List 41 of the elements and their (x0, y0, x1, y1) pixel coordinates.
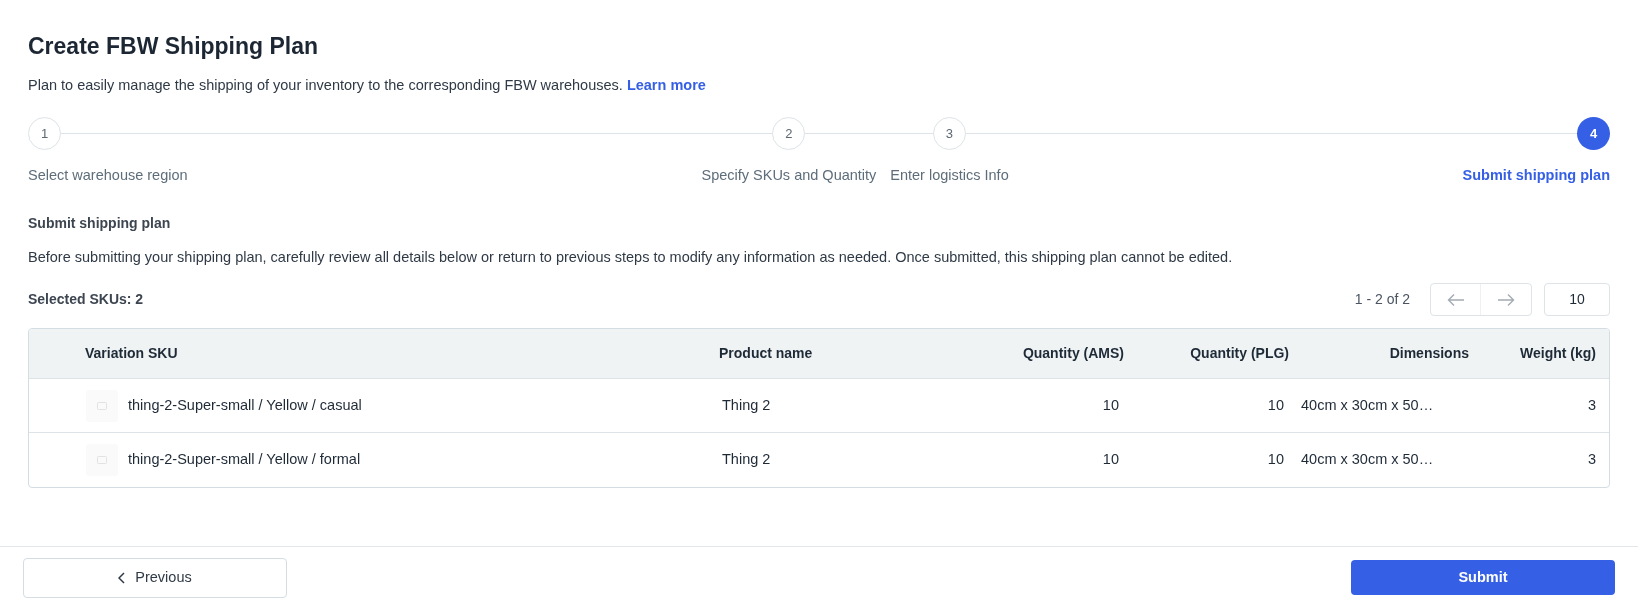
pagination-range: 1 - 2 of 2 (1354, 290, 1410, 310)
column-header: Weight (kg) (1520, 344, 1596, 364)
step-number[interactable]: 4 (1577, 116, 1610, 150)
table-cell-text: 3 (1587, 395, 1596, 415)
table-cell-text: 10 (1102, 450, 1120, 470)
table-cell-text: Thing 2 (722, 395, 771, 415)
page-size-field[interactable]: 10 (1544, 283, 1610, 317)
column-header: Variation SKU (85, 344, 178, 364)
table-cell-text: Thing 2 (722, 450, 771, 470)
chevron-left-icon (118, 571, 126, 584)
column-header: Product name (719, 344, 813, 364)
image-icon (97, 456, 107, 465)
arrow-left-icon (1446, 292, 1465, 307)
previous-button[interactable]: Previous (23, 557, 287, 598)
step-label: Select warehouse region (28, 165, 188, 185)
table-cell-text: 10 (1267, 395, 1285, 415)
selected-count: Selected SKUs: 2 (28, 290, 144, 310)
learn-more-link[interactable]: Learn more (626, 77, 706, 93)
submit-button[interactable]: Submit (1351, 560, 1615, 595)
image-icon (97, 401, 107, 410)
table-cell-text: thing-2-Super-small / Yellow / casual (128, 395, 362, 415)
table-cell-text: 40cm x 30cm x 50… (1301, 450, 1434, 470)
step-number[interactable]: 1 (28, 116, 61, 150)
table-cell-text: 10 (1267, 450, 1285, 470)
step-number[interactable]: 2 (772, 116, 806, 150)
section-description: Before submitting your shipping plan, carefully review all details below or return to previous steps to modify any information as needed. Once submitted, this shipping plan cannot be edited. (28, 247, 1234, 267)
column-header: Dimensions (1389, 344, 1469, 364)
arrow-right-icon (1497, 292, 1515, 307)
step-number[interactable]: 3 (932, 116, 966, 150)
table-cell-text: 3 (1587, 450, 1596, 470)
column-header: Quantity (PLG) (1190, 344, 1289, 364)
page-title: Create FBW Shipping Plan (28, 32, 320, 61)
section-heading: Submit shipping plan (28, 213, 172, 233)
table-cell-text: thing-2-Super-small / Yellow / formal (128, 450, 361, 470)
table-cell-text: 40cm x 30cm x 50… (1301, 395, 1434, 415)
column-header: Quantity (AMS) (1022, 344, 1124, 364)
page-description: Plan to easily manage the shipping of your inventory to the corresponding FBW warehouses. Learn more (28, 76, 707, 95)
step-label: Submit shipping plan (1462, 165, 1610, 185)
step-label: Specify SKUs and Quantity (701, 165, 877, 185)
table-cell-text: 10 (1102, 395, 1120, 415)
step-label: Enter logistics Info (890, 165, 1009, 185)
